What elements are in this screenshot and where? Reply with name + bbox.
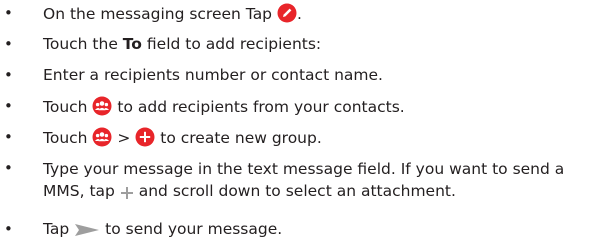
item-text: Touch [43,98,88,116]
pencil-red-icon [277,3,297,28]
item-text: Touch [43,129,88,147]
instruction-list: • On the messaging screen Tap . • Touch … [0,0,599,246]
to-field-label: To [122,35,142,53]
item-text-end: to create new group. [160,129,322,147]
item-text-line1: Type your message in the text message fi… [43,160,565,178]
bullet: • [4,35,13,53]
bullet: • [4,66,13,84]
item-text-end: to add recipients from your contacts. [117,98,405,116]
bullet: • [4,4,13,22]
item-text-block: Type your message in the text message fi… [43,158,595,206]
bullet: • [4,220,13,238]
item-text: On the messaging screen Tap [43,5,273,23]
item-text-end: . [296,5,302,23]
item-text: Enter a recipients number or contact nam… [43,66,383,84]
bullet: • [4,97,13,115]
contacts-group-icon [92,96,112,121]
contacts-group-icon [92,127,112,152]
bullet: • [4,159,13,177]
item-text: Touch the [43,35,118,53]
add-circle-icon [135,127,155,152]
item-text-line2: MMS, tap and scroll down to select an at… [43,180,595,206]
item-text: Tap [43,220,70,238]
item-text-end: to send your message. [105,220,283,238]
bullet: • [4,128,13,146]
send-arrow-icon [74,222,100,243]
separator-glyph: > [117,129,131,147]
plus-icon [120,184,134,206]
item-text-end: field to add recipients: [146,35,322,53]
